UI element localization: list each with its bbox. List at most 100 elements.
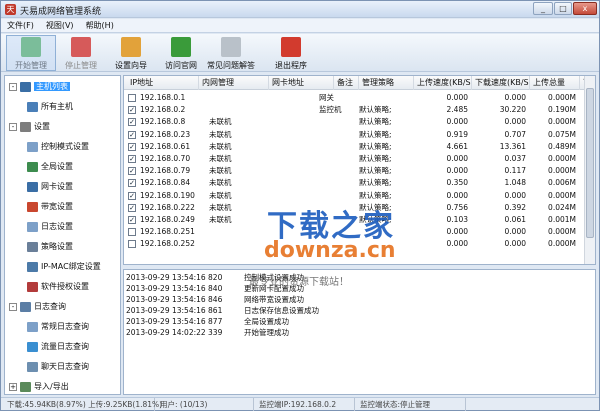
cell-down: 0.707 [504,129,526,139]
cell-note [319,190,359,202]
row-checkbox[interactable]: ✓ [128,155,136,163]
cell-ip: 192.168.0.84 [140,178,191,188]
tree-item-5[interactable]: 网卡设置 [27,180,73,194]
tree-item-11[interactable]: - 日志查询 [9,300,66,314]
table-row[interactable]: ✓192.168.0.70未联机默认策略;0.0000.0370.000M0.0… [124,153,584,165]
tree-item-12[interactable]: 常规日志查询 [27,320,89,334]
tree-item-3[interactable]: 控制模式设置 [27,140,89,154]
cell-note: 网关 [319,93,334,102]
expander-icon[interactable]: - [9,302,17,311]
cell-ip: 192.168.0.79 [140,166,191,176]
menu-item-0[interactable]: 文件(F) [1,19,40,33]
toolbar-button-2[interactable]: 设置向导 [106,35,156,71]
table-row[interactable]: 192.168.0.1网关0.0000.0000.000M0.000M [124,92,584,104]
table-row[interactable]: ✓192.168.0.8未联机默认策略;0.0000.0000.000M0.00… [124,116,584,128]
column-header[interactable]: 管理策略 [359,76,414,90]
cell-ip: 192.168.0.8 [140,117,186,127]
row-checkbox[interactable]: ✓ [128,179,136,188]
cell-upt: 0.075M [548,129,576,139]
row-checkbox[interactable]: ✓ [128,130,136,139]
tree-item-10[interactable]: 软件授权设置 [27,280,89,294]
cell-manage [209,104,275,116]
cell-up: 0.000 [446,166,468,176]
status-traffic: 下载:45.94KB(8.97%) 上传:9.25KB(1.81%) [3,398,162,411]
row-checkbox[interactable]: ✓ [128,142,136,151]
tree-item-label: 日志设置 [41,222,73,231]
cell-down: 0.392 [504,202,526,212]
tree-item-0[interactable]: - 主机列表 [9,80,70,94]
row-checkbox[interactable]: ✓ [128,118,136,127]
tree-item-1[interactable]: 所有主机 [27,100,73,114]
close-button[interactable]: x [573,2,597,15]
row-checkbox[interactable] [128,228,136,237]
toolbar-button-5[interactable]: 退出程序 [266,35,316,71]
tree-item-7[interactable]: 日志设置 [27,220,73,234]
toolbar-button-3[interactable]: 访问官网 [156,35,206,71]
log-message: 开始管理成功 [244,328,289,337]
table-row[interactable]: ✓192.168.0.79未联机默认策略;0.0000.1170.000M0.0… [124,165,584,177]
row-checkbox[interactable]: ✓ [128,167,136,176]
stop-icon [71,37,91,57]
table-row[interactable]: ✓192.168.0.61未联机默认策略;4.66113.3610.489M6.… [124,141,584,153]
cell-up: 2.485 [446,105,468,115]
cell-ip: 192.168.0.1 [140,93,186,102]
expander-icon[interactable]: + [9,382,17,391]
expander-icon[interactable]: - [9,82,17,91]
maximize-button[interactable]: □ [554,2,572,15]
cell-up: 0.000 [446,117,468,127]
cell-policy: 默认策略; [359,141,392,151]
cell-down: 0.117 [504,166,526,176]
toolbar-button-0[interactable]: 开始管理 [6,35,56,71]
cell-manage: 未联机 [209,202,232,212]
tree-item-13[interactable]: 流量日志查询 [27,340,89,354]
cell-upt: 0.000M [548,227,576,237]
toolbar-button-1[interactable]: 停止管理 [56,35,106,71]
cell-policy: 默认策略; [359,117,392,127]
row-checkbox[interactable] [128,94,136,102]
table-row[interactable]: ✓192.168.0.23未联机默认策略;0.9190.7070.075M0.2… [124,129,584,141]
table-row[interactable]: ✓192.168.0.2监控机默认策略;2.48530.2200.190M1.5… [124,104,584,116]
tree-item-15[interactable]: + 导入/导出 [9,380,69,394]
minimize-button[interactable]: _ [533,2,553,15]
column-header[interactable]: 上传速度(KB/S) [414,76,472,90]
row-checkbox[interactable]: ✓ [128,216,136,224]
cell-down: 0.037 [504,154,526,163]
scrollbar-thumb[interactable] [586,88,594,238]
row-checkbox[interactable]: ✓ [128,191,136,200]
menu-item-1[interactable]: 视图(V) [40,19,80,33]
tree-item-label: 控制模式设置 [41,142,89,151]
tree-item-9[interactable]: IP-MAC绑定设置 [27,260,101,274]
cell-up: 0.000 [446,239,468,249]
menu-bar: 文件(F) 视图(V) 帮助(H) [1,19,599,33]
toolbar-button-4[interactable]: 常见问题解答 [206,35,256,71]
tree-item-4[interactable]: 全局设置 [27,160,73,174]
column-header[interactable]: 备注 [334,76,359,90]
table-row[interactable]: ✓192.168.0.190未联机默认策略;0.0000.0000.000M0.… [124,190,584,202]
tree-item-8[interactable]: 策略设置 [27,240,73,254]
status-users: 用户: (10/13) [156,398,254,411]
cell-manage: 未联机 [209,178,232,188]
computer-icon [27,101,38,112]
tree-item-2[interactable]: - 设置 [9,120,50,134]
gear-icon [20,121,31,132]
selection-highlight [6,35,56,71]
log-panel: 2013-09-29 13:54:16 820 控制模式设置成功 2013-09-2… [123,269,596,395]
table-scrollbar[interactable] [584,76,595,264]
column-header[interactable]: 下载速度(KB/S) [472,76,530,90]
row-checkbox[interactable] [128,240,136,249]
expander-icon[interactable]: - [9,122,17,131]
column-header[interactable]: IP地址 [124,76,199,90]
column-header[interactable]: 内网管理 [199,76,269,90]
column-header[interactable]: 网卡地址 [269,76,334,90]
tree-item-14[interactable]: 聊天日志查询 [27,360,89,374]
row-checkbox[interactable]: ✓ [128,106,136,115]
wizard-icon [121,37,141,57]
column-header[interactable]: 上传总量 [530,76,580,90]
tree-item-6[interactable]: 带宽设置 [27,200,73,214]
menu-item-2[interactable]: 帮助(H) [80,19,120,33]
cell-ip: 192.168.0.190 [140,190,195,200]
table-row[interactable]: ✓192.168.0.84未联机默认策略;0.3501.0480.006M0.0… [124,177,584,189]
cell-up: 0.000 [446,190,468,200]
log-icon [27,321,38,332]
row-checkbox[interactable]: ✓ [128,203,136,212]
